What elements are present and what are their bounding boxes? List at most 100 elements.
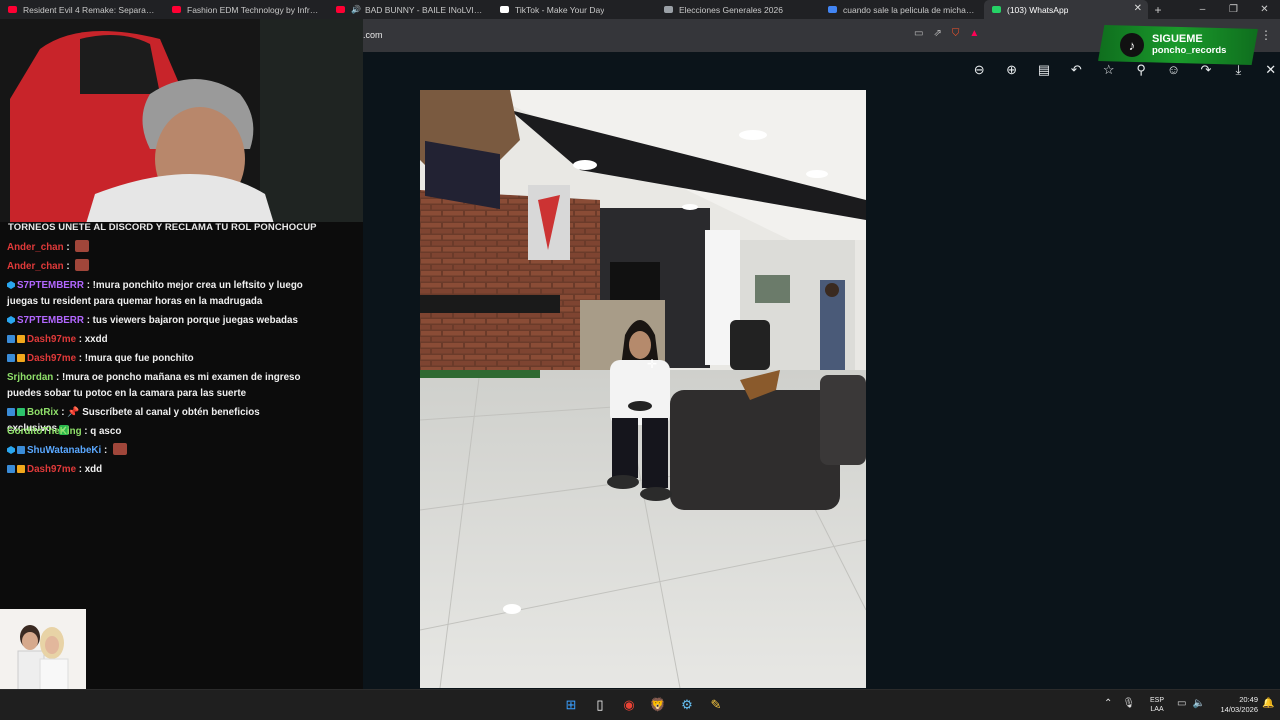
chat-badge-icon [17, 335, 25, 343]
tab-favicon-icon [172, 6, 181, 13]
chat-username[interactable]: Dash97me [27, 464, 76, 475]
minimize-button[interactable]: – [1187, 0, 1218, 19]
chat-username[interactable]: GorditoTheKing [7, 426, 82, 437]
zoom-out-icon[interactable]: ⊖ [963, 62, 995, 78]
zoom-in-icon[interactable]: ⊕ [995, 62, 1027, 78]
tab-favicon-icon [336, 6, 345, 13]
chat-text: : q asco [81, 426, 122, 437]
chat-username[interactable]: Ander_chan [7, 261, 64, 272]
cast-icon[interactable]: ▭ [914, 28, 923, 39]
browser-menu-icon[interactable]: ⋮ [1260, 28, 1272, 42]
follow-handle: poncho_records [1152, 45, 1227, 56]
tab-label: Resident Evil 4 Remake: Separate Wa [23, 4, 156, 15]
chat-username[interactable]: S7PTEMBERR [17, 315, 84, 326]
browser-tab[interactable]: cuando sale la pelicula de michael jac [820, 0, 984, 19]
close-window-button[interactable]: ✕ [1249, 0, 1280, 19]
chat-badge-icon [7, 408, 15, 416]
chat-message: S7PTEMBERR : !mura ponchito mejor crea u… [7, 278, 307, 310]
files-icon[interactable]: ▯ [589, 695, 611, 715]
chat-message: GorditoTheKing : q asco [7, 424, 307, 440]
caption-icon[interactable]: ▤ [1028, 62, 1060, 78]
chat-badge-icon [7, 335, 15, 343]
notes-icon[interactable]: ✎ [705, 695, 727, 715]
chrome-icon[interactable]: ◉ [618, 695, 640, 715]
language-indicator[interactable]: ESP LAA [1150, 696, 1164, 714]
browser-tab[interactable]: Elecciones Generales 2026 [656, 0, 820, 19]
chat-message: Dash97me : xdd [7, 462, 307, 478]
browser-tab[interactable]: Resident Evil 4 Remake: Separate Wa [0, 0, 164, 19]
chat-badge-icon [7, 281, 15, 289]
chat-badge-icon [7, 465, 15, 473]
browser-tab-strip: Resident Evil 4 Remake: Separate Wa Fashi… [0, 0, 1280, 19]
close-icon[interactable]: ✕ [1255, 62, 1280, 78]
language-code: ESP [1150, 697, 1165, 704]
tab-label: Fashion EDM Technology by Infractio [187, 4, 320, 15]
clock-date: 14/03/2026 [1220, 705, 1258, 714]
chat-username[interactable]: Srjhordan [7, 372, 53, 383]
tab-label: (103) WhatsApp [1007, 4, 1069, 15]
reply-icon[interactable]: ↶ [1060, 62, 1092, 78]
brave-shield-icon[interactable]: ⛉ [952, 28, 960, 39]
toolbar-icons: ▭ ⇗ ⛉ ▲ [914, 28, 979, 39]
emoji-icon[interactable]: ☺ [1157, 62, 1189, 78]
chat-badge-icon [7, 316, 15, 324]
chat-message: Ander_chan : [7, 240, 307, 256]
windows-taskbar: ⊞ ▯ ◉ 🦁 ⚙ ✎ ⌃ 🎙 ESP LAA ▭ 🔈 20:49 14/03/2026 … [0, 689, 1280, 720]
tab-audio-icon[interactable]: 🔊 [351, 5, 361, 14]
tab-favicon-icon [664, 6, 673, 13]
chat-username[interactable]: S7PTEMBERR [17, 280, 84, 291]
browser-tab[interactable]: TikTok - Make Your Day [492, 0, 656, 19]
chat-username[interactable]: Dash97me [27, 353, 76, 364]
emote-icon [75, 240, 90, 252]
browser-tab[interactable]: (103) WhatsApp ✕ [984, 0, 1148, 19]
tab-label: cuando sale la pelicula de michael jac [843, 4, 976, 15]
tab-favicon-icon [828, 6, 837, 13]
keyboard-layout: LAA [1150, 706, 1164, 713]
forward-icon[interactable]: ↷ [1190, 62, 1222, 78]
close-tab-button[interactable]: ✕ [1134, 3, 1142, 14]
windows-start-icon[interactable]: ⊞ [560, 695, 582, 715]
chat-message: Srjhordan : !mura oe poncho mañana es mi… [7, 370, 307, 402]
chat-text: : xxdd [76, 334, 108, 345]
pinned-message: TORNEOS UNETE AL DISCORD Y RECLAMA TU RO… [8, 222, 317, 233]
webcam-overlay [0, 19, 363, 227]
tray-chevron-icon[interactable]: ⌃ [1104, 698, 1112, 709]
stream-chat: TORNEOS UNETE AL DISCORD Y RECLAMA TU RO… [0, 222, 363, 610]
chat-text: : [101, 445, 110, 456]
follow-label: SIGUEME [1152, 33, 1203, 45]
chat-message: ShuWatanabeKi : [7, 443, 307, 459]
star-icon[interactable]: ☆ [1093, 62, 1125, 78]
chat-badge-icon [17, 465, 25, 473]
taskbar-apps: ⊞ ▯ ◉ 🦁 ⚙ ✎ [560, 695, 727, 715]
brave-icon[interactable]: 🦁 [647, 695, 669, 715]
chat-message: S7PTEMBERR : tus viewers bajaron porque … [7, 313, 307, 329]
clock[interactable]: 20:49 14/03/2026 [1212, 695, 1258, 715]
microphone-icon[interactable]: 🎙 [1122, 698, 1135, 709]
chat-username[interactable]: Ander_chan [7, 242, 64, 253]
tab-label: Elecciones Generales 2026 [679, 4, 783, 15]
address-bar[interactable]: .com [363, 30, 383, 40]
tab-favicon-icon [992, 6, 1001, 13]
chat-username[interactable]: Dash97me [27, 334, 76, 345]
chat-username[interactable]: ShuWatanabeKi [27, 445, 101, 456]
network-icon[interactable]: ▭ [1177, 698, 1186, 709]
screen: Resident Evil 4 Remake: Separate Wa Fashi… [0, 0, 1280, 720]
browser-tab[interactable]: 🔊BAD BUNNY - BAILE INoLVIDABLE [328, 0, 492, 19]
volume-icon[interactable]: 🔈 [1192, 698, 1204, 709]
steam-icon[interactable]: ⚙ [676, 695, 698, 715]
chat-badge-icon [7, 354, 15, 362]
system-tray: ⌃ 🎙 [1104, 698, 1135, 709]
brave-rewards-icon[interactable]: ▲ [969, 28, 979, 39]
chat-text: : [63, 242, 73, 253]
tab-favicon-icon [500, 6, 509, 13]
maximize-button[interactable]: ❐ [1218, 0, 1249, 19]
share-icon[interactable]: ⇗ [933, 28, 941, 39]
system-tray-icons: ▭ 🔈 [1177, 698, 1205, 709]
browser-tab[interactable]: Fashion EDM Technology by Infractio [164, 0, 328, 19]
notification-icon[interactable]: 🔔 [1262, 698, 1274, 709]
new-tab-button[interactable]: + [1148, 3, 1168, 17]
pin-icon[interactable]: ⚲ [1125, 62, 1157, 78]
chat-username[interactable]: BotRix [27, 407, 59, 418]
chat-text: : xdd [76, 464, 103, 475]
webcam-feed [0, 19, 363, 227]
